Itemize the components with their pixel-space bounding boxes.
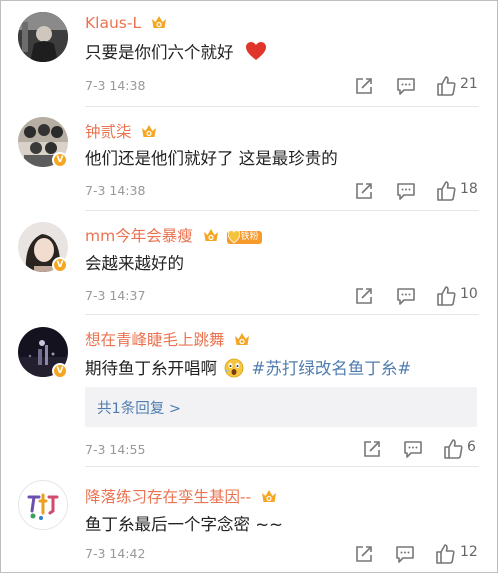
share-icon[interactable] [353, 285, 375, 307]
like-icon[interactable] [434, 543, 456, 565]
comment-actions: 6 [353, 438, 483, 460]
avatar[interactable] [18, 12, 68, 62]
comment-text: 他们还是他们就好了 这是最珍贵的 [85, 149, 338, 168]
crown-icon [203, 229, 218, 241]
avatar[interactable] [18, 480, 68, 530]
username[interactable]: mm今年会暴瘦 铁粉 [85, 224, 262, 246]
surprised-face-icon [224, 358, 244, 378]
like-icon[interactable] [442, 438, 464, 460]
verified-badge: V [52, 363, 68, 379]
like-count: 6 [467, 439, 476, 455]
crown-icon [235, 333, 250, 345]
username[interactable]: Klaus-L [85, 14, 168, 32]
verified-badge: V [52, 152, 68, 168]
comment-icon[interactable] [395, 285, 417, 307]
username-text[interactable]: mm今年会暴瘦 [85, 227, 193, 245]
timestamp: 7-3 14:55 [85, 442, 146, 457]
heart-icon [245, 42, 266, 60]
like-icon[interactable] [435, 285, 457, 307]
comment-icon[interactable] [394, 543, 416, 565]
share-icon[interactable] [361, 438, 383, 460]
like-count: 12 [460, 544, 478, 560]
comment-actions: 21 [353, 75, 483, 97]
comment-text: 期待鱼丁糸开唱啊 #苏打绿改名鱼丁糸# [85, 355, 411, 379]
verified-badge: V [52, 257, 68, 273]
comment-icon[interactable] [402, 438, 424, 460]
share-icon[interactable] [353, 75, 375, 97]
replies-box: 共1条回复 > [85, 387, 477, 427]
comment-text: 会越来越好的 [85, 254, 184, 273]
comment-list: Klaus-L 只要是你们六个就好 7-3 14:38 21 V 钟贰柒 他们还… [0, 0, 498, 573]
crown-icon [152, 16, 167, 28]
username-text[interactable]: 钟贰柒 [85, 123, 132, 141]
share-icon[interactable] [353, 543, 375, 565]
crown-icon [262, 490, 277, 502]
comment-actions: 12 [353, 543, 483, 565]
like-icon[interactable] [435, 180, 457, 202]
fan-heart-icon [227, 230, 240, 244]
timestamp: 7-3 14:42 [85, 546, 146, 561]
timestamp: 7-3 14:38 [85, 78, 146, 93]
username-text[interactable]: Klaus-L [85, 14, 141, 32]
divider [85, 314, 479, 315]
view-replies-link[interactable]: 共1条回复 > [97, 397, 181, 418]
divider [85, 106, 479, 107]
comment-text-body: 只要是你们六个就好 [85, 43, 234, 62]
comment-actions: 10 [353, 285, 483, 307]
username[interactable]: 钟贰柒 [85, 120, 158, 142]
comment-icon[interactable] [395, 180, 417, 202]
divider [85, 466, 479, 467]
like-count: 10 [460, 286, 478, 302]
fan-badge-label: 铁粉 [240, 232, 259, 242]
comment-text: 只要是你们六个就好 [85, 39, 267, 63]
divider [85, 210, 479, 211]
comment-text-body: 期待鱼丁糸开唱啊 [85, 359, 217, 378]
timestamp: 7-3 14:38 [85, 183, 146, 198]
share-icon[interactable] [353, 180, 375, 202]
username-text[interactable]: 降落练习存在孪生基因-- [85, 488, 251, 506]
comment-icon[interactable] [395, 75, 417, 97]
username[interactable]: 想在青峰睫毛上跳舞 [85, 328, 251, 350]
comment-text: 鱼丁糸最后一个字念密 ~~ [85, 515, 283, 534]
username-text[interactable]: 想在青峰睫毛上跳舞 [85, 331, 225, 349]
username[interactable]: 降落练习存在孪生基因-- [85, 485, 278, 507]
like-icon[interactable] [435, 75, 457, 97]
topic-link[interactable]: #苏打绿改名鱼丁糸# [252, 359, 412, 378]
comment-actions: 18 [353, 180, 483, 202]
like-count: 21 [460, 76, 478, 92]
crown-icon [142, 125, 157, 137]
fan-badge: 铁粉 [226, 230, 262, 244]
timestamp: 7-3 14:37 [85, 288, 146, 303]
like-count: 18 [460, 181, 478, 197]
